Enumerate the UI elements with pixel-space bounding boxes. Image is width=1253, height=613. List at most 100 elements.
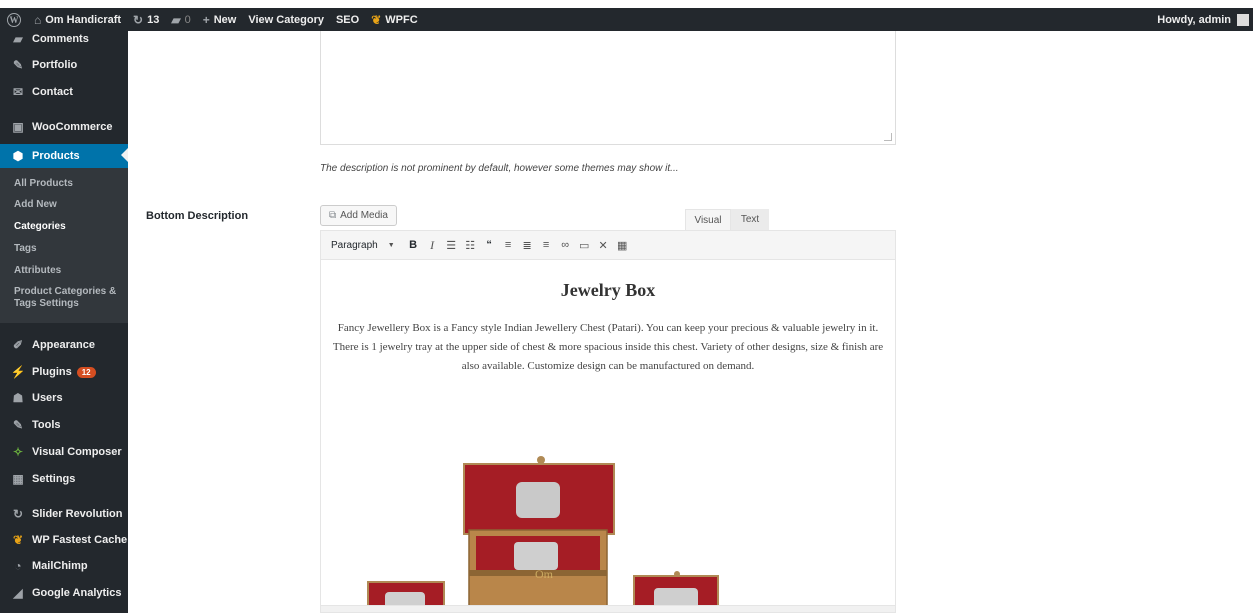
- woo-icon: ▣: [12, 120, 24, 134]
- menu-label: Users: [32, 392, 63, 404]
- caret-down-icon: ▼: [387, 241, 395, 249]
- envelope-icon: ✉: [12, 85, 24, 99]
- home-icon: ⌂: [34, 12, 42, 27]
- plugins-update-badge: 12: [76, 366, 96, 378]
- menu-label: Contact: [32, 86, 73, 98]
- top-strip: [0, 0, 1253, 8]
- wpfc-link[interactable]: ❦ WPFC: [365, 8, 423, 31]
- menu-label: Google Analytics: [32, 587, 122, 599]
- menu-settings[interactable]: ▦ Settings: [0, 468, 128, 490]
- tab-visual[interactable]: Visual: [685, 209, 731, 230]
- editor-body[interactable]: Jewelry Box Fancy Jewellery Box is a Fan…: [320, 260, 896, 613]
- plug-icon: ⚡: [10, 365, 26, 379]
- fullscreen-icon[interactable]: ✕: [595, 235, 612, 255]
- toolbar-toggle-icon[interactable]: ▦: [614, 235, 631, 255]
- resize-grip-icon[interactable]: [884, 133, 892, 141]
- products-submenu: All Products Add New Categories Tags Att…: [0, 168, 128, 323]
- menu-wp-fastest-cache[interactable]: ❦ WP Fastest Cache: [0, 529, 128, 551]
- description-note: The description is not prominent by defa…: [320, 163, 679, 174]
- menu-visual-composer[interactable]: ✧ Visual Composer: [0, 441, 128, 463]
- comments-link[interactable]: ▰ 0: [165, 8, 196, 31]
- refresh-icon: ↻: [12, 507, 24, 521]
- menu-plugins[interactable]: ⚡ Plugins 12: [0, 361, 128, 383]
- add-media-label: Add Media: [340, 210, 388, 221]
- admin-bar: W ⌂ Om Handicraft ↻ 13 ▰ 0 + New View Catego…: [0, 8, 1253, 31]
- wpfc-label: WPFC: [385, 13, 418, 26]
- menu-label: MailChimp: [32, 560, 88, 572]
- account-menu[interactable]: Howdy, admin: [1151, 8, 1253, 31]
- submenu-all-products[interactable]: All Products: [14, 178, 73, 189]
- align-center-icon[interactable]: ≣: [519, 235, 536, 255]
- brush-icon: ✐: [12, 338, 24, 352]
- menu-appearance[interactable]: ✐ Appearance: [0, 334, 128, 356]
- menu-label: Products: [32, 150, 80, 162]
- blockquote-icon[interactable]: “: [481, 235, 498, 255]
- menu-products[interactable]: ⬢ Products: [0, 144, 128, 168]
- updates-count: 13: [147, 13, 160, 26]
- format-select-value: Paragraph: [331, 239, 378, 251]
- submenu-attributes[interactable]: Attributes: [14, 265, 61, 276]
- comments-count: 0: [184, 13, 191, 26]
- align-right-icon[interactable]: ≡: [538, 235, 555, 255]
- cheetah-icon: ❦: [371, 12, 382, 27]
- menu-woocommerce[interactable]: ▣ WooCommerce: [0, 116, 128, 138]
- comment-icon: ▰: [171, 12, 181, 27]
- menu-google-analytics[interactable]: ◢ Google Analytics: [0, 582, 128, 604]
- submenu-add-new[interactable]: Add New: [14, 199, 57, 210]
- main-content: The description is not prominent by defa…: [128, 31, 1253, 613]
- description-textarea[interactable]: [320, 31, 896, 145]
- svg-text:Om: Om: [535, 567, 554, 581]
- chart-icon: ◢: [13, 586, 23, 600]
- menu-users[interactable]: ☗ Users: [0, 387, 128, 409]
- mailchimp-icon: ◔: [14, 559, 22, 573]
- site-name: Om Handicraft: [45, 13, 122, 26]
- add-media-button[interactable]: ⧉ Add Media: [320, 205, 397, 226]
- menu-mailchimp[interactable]: ◔ MailChimp: [0, 555, 128, 577]
- menu-contact[interactable]: ✉ Contact: [0, 81, 128, 103]
- align-left-icon[interactable]: ≡: [500, 235, 517, 255]
- plus-icon: +: [202, 12, 210, 27]
- settings-icon: ▦: [12, 472, 24, 486]
- menu-label: Slider Revolution: [32, 508, 123, 520]
- submenu-categories[interactable]: Categories: [14, 221, 66, 232]
- read-more-icon[interactable]: ▭: [576, 235, 593, 255]
- seo-label: SEO: [335, 13, 360, 26]
- refresh-icon: ↻: [133, 12, 144, 27]
- cheetah-icon: ❦: [12, 533, 24, 547]
- pin-icon: ✎: [12, 58, 24, 72]
- new-content-link[interactable]: + New: [197, 8, 243, 31]
- comment-icon: ▰: [13, 32, 23, 46]
- admin-sidebar: ▰ Comments ✎ Portfolio ✉ Contact ▣ WooCommer…: [0, 31, 128, 613]
- new-label: New: [213, 13, 237, 26]
- view-category-link[interactable]: View Category: [242, 8, 330, 31]
- user-icon: ☗: [12, 391, 24, 405]
- menu-label: Tools: [32, 419, 61, 431]
- menu-tools[interactable]: ✎ Tools: [0, 414, 128, 436]
- menu-slider-revolution[interactable]: ↻ Slider Revolution: [0, 503, 128, 525]
- view-category-label: View Category: [248, 13, 324, 26]
- submenu-tags[interactable]: Tags: [14, 243, 37, 254]
- greeting: Howdy, admin: [1157, 13, 1231, 26]
- menu-label: Appearance: [32, 339, 95, 351]
- updates-link[interactable]: ↻ 13: [127, 8, 165, 31]
- menu-comments[interactable]: ▰ Comments: [0, 28, 128, 50]
- format-select[interactable]: Paragraph ▼: [327, 240, 399, 251]
- bold-icon[interactable]: B: [405, 235, 422, 255]
- editor-toolbar: Paragraph ▼ B I ☰ ☷ “ ≡ ≣ ≡ ∞ ▭ ✕ ▦: [320, 230, 896, 260]
- menu-label: WP Fastest Cache: [32, 534, 128, 546]
- menu-label: Visual Composer: [32, 446, 122, 458]
- menu-label: Plugins: [32, 366, 72, 378]
- submenu-product-categories-tags-settings[interactable]: Product Categories & Tags Settings: [14, 286, 124, 310]
- jewelry-box-image: Om: [367, 456, 719, 613]
- seo-link[interactable]: SEO: [330, 8, 365, 31]
- bottom-description-label: Bottom Description: [146, 210, 249, 222]
- editor-statusbar: [320, 605, 896, 613]
- numbered-list-icon[interactable]: ☷: [462, 235, 479, 255]
- menu-label: Settings: [32, 473, 76, 485]
- vc-icon: ✧: [12, 445, 24, 459]
- tab-text[interactable]: Text: [731, 209, 769, 230]
- link-icon[interactable]: ∞: [557, 235, 574, 255]
- menu-portfolio[interactable]: ✎ Portfolio: [0, 54, 128, 76]
- bullet-list-icon[interactable]: ☰: [443, 235, 460, 255]
- italic-icon[interactable]: I: [424, 235, 441, 255]
